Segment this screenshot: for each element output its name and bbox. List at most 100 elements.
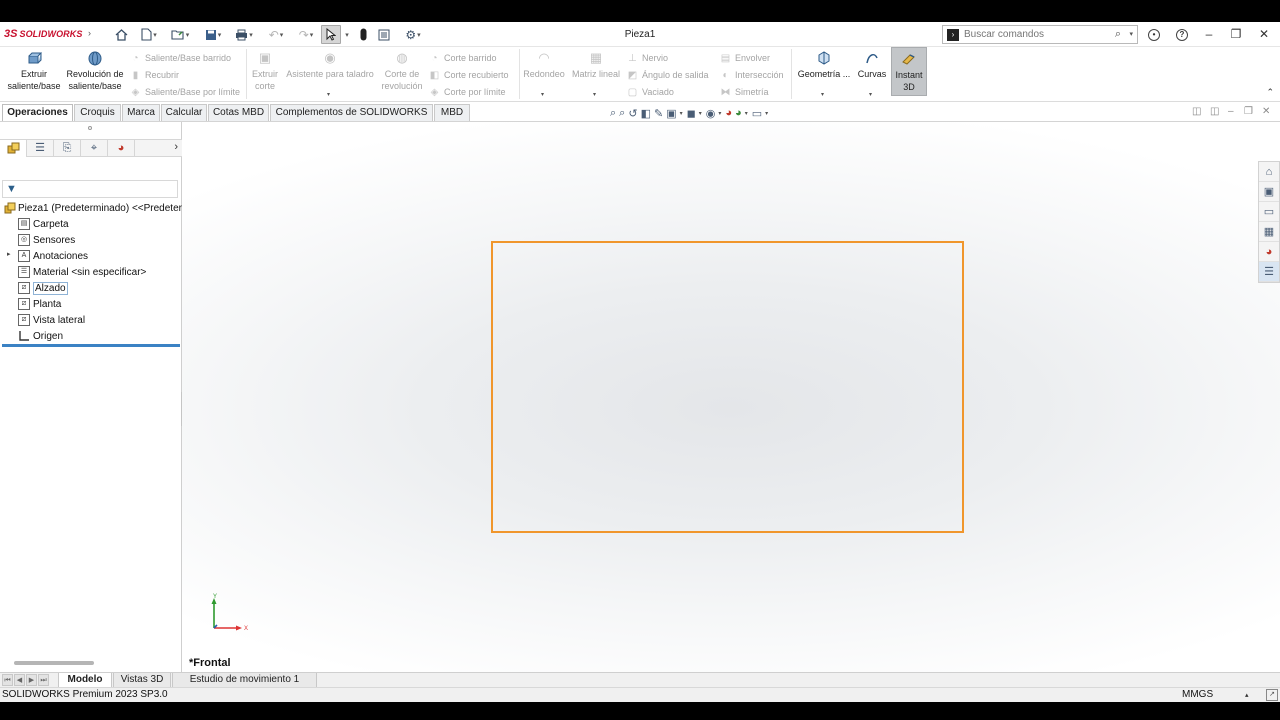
tree-item-planta[interactable]: ⧄ Planta [18, 296, 61, 312]
swept-boss-button[interactable]: ◔ Saliente/Base barrido [129, 50, 231, 66]
tab-modelo[interactable]: Modelo [58, 673, 112, 688]
draft-button[interactable]: ◩ Ángulo de salida [626, 67, 709, 83]
tree-item-material[interactable]: ☰ Material <sin especificar> [18, 264, 146, 280]
shell-button[interactable]: ▢ Vaciado [626, 84, 674, 100]
tab-cotas-mbd[interactable]: Cotas MBD [208, 104, 269, 121]
options-button[interactable]: ⚙ ▾ [399, 25, 427, 44]
instant3d-button[interactable]: Instant 3D [891, 47, 927, 96]
custom-properties-icon[interactable]: ☰ [1259, 262, 1279, 282]
swept-cut-button[interactable]: ◔ Corte barrido [428, 50, 496, 66]
revolve-boss-button[interactable]: Revolución de saliente/base [64, 47, 126, 92]
sketch-rectangle[interactable] [491, 241, 964, 533]
more-tabs-chevron-icon[interactable]: › [174, 141, 178, 153]
save-button[interactable]: ▾ [199, 25, 227, 44]
undo-button[interactable]: ↶ ▾ [262, 25, 290, 44]
tree-item-alzado[interactable]: ⧄ Alzado [18, 280, 68, 296]
wrap-button[interactable]: ▤ Envolver [719, 50, 770, 66]
extruded-cut-button[interactable]: ▣ Extruir corte [248, 47, 282, 92]
graphics-area[interactable]: Y X *Frontal [182, 122, 1280, 672]
lofted-cut-button[interactable]: ◧ Corte recubierto [428, 67, 509, 83]
tab-vistas-3d[interactable]: Vistas 3D [113, 673, 171, 688]
dimxpert-tab-icon[interactable]: ⌖ [81, 140, 108, 157]
apply-scene-icon[interactable]: ◕ [735, 107, 742, 119]
restore-button[interactable]: ❐ [1226, 26, 1246, 43]
design-library-icon[interactable]: ▣ [1259, 182, 1279, 202]
zoom-to-area-icon[interactable]: ⌕ [619, 107, 625, 120]
close-button[interactable]: ✕ [1254, 26, 1274, 43]
previous-tab-icon[interactable]: ◀ [14, 674, 25, 686]
previous-view-icon[interactable]: ↺ [628, 107, 637, 120]
search-commands-box[interactable]: › ⌕ ▾ [942, 25, 1138, 44]
select-dropdown-icon[interactable]: ▾ [343, 25, 351, 44]
zoom-to-fit-icon[interactable]: ⌕ [610, 107, 616, 120]
home-icon[interactable] [112, 25, 130, 44]
fillet-dropdown-icon[interactable]: ▾ [541, 91, 544, 98]
hole-wizard-button[interactable]: ◉ Asistente para taladro [283, 47, 377, 80]
tree-item-vista-lateral[interactable]: ⧄ Vista lateral [18, 312, 85, 328]
tab-estudio-movimiento[interactable]: Estudio de movimiento 1 [172, 673, 317, 688]
tab-mbd[interactable]: MBD [434, 104, 470, 121]
linear-pattern-dropdown-icon[interactable]: ▾ [593, 91, 596, 98]
tree-item-sensores[interactable]: ◎ Sensores [18, 232, 75, 248]
reference-geometry-dropdown-icon[interactable]: ▾ [821, 91, 824, 98]
first-tab-icon[interactable]: ⏮ [2, 674, 13, 686]
mirror-button[interactable]: ⧓ Simetría [719, 84, 769, 100]
search-dropdown-icon[interactable]: ▾ [1129, 30, 1133, 38]
viewport-close-icon[interactable]: ✕ [1262, 106, 1270, 117]
solidworks-resources-icon[interactable]: ⌂ [1259, 162, 1279, 182]
viewport-layout-icon[interactable]: ◫ [1192, 106, 1201, 117]
redo-button[interactable]: ↷ ▾ [292, 25, 320, 44]
panel-handle-icon[interactable] [88, 126, 92, 130]
view-settings-icon[interactable]: ▭ [752, 107, 762, 120]
hide-show-items-icon[interactable]: ◉ [706, 107, 716, 120]
reference-geometry-button[interactable]: Geometría ... [794, 47, 854, 80]
expand-arrow-icon[interactable]: ▸ [7, 250, 11, 258]
search-icon[interactable]: ⌕ [1115, 28, 1121, 41]
last-tab-icon[interactable]: ⏭ [38, 674, 49, 686]
tree-item-carpeta[interactable]: ▤ Carpeta [18, 216, 69, 232]
open-button[interactable]: ▾ [166, 25, 194, 44]
boundary-cut-button[interactable]: ◈ Corte por límite [428, 84, 506, 100]
tab-complementos[interactable]: Complementos de SOLIDWORKS [270, 104, 433, 121]
tree-item-origen[interactable]: Origen [18, 328, 63, 344]
traffic-light-icon[interactable] [356, 25, 370, 44]
revolved-cut-button[interactable]: ◍ Corte de revolución [379, 47, 425, 92]
rollback-bar[interactable] [2, 344, 180, 347]
view-palette-icon[interactable]: ▦ [1259, 222, 1279, 242]
viewport-minimize-icon[interactable]: – [1228, 106, 1234, 117]
tab-marca[interactable]: Marca [122, 104, 160, 121]
view-orientation-icon[interactable]: ▣ [666, 107, 676, 120]
account-button[interactable]: • [1144, 26, 1164, 43]
appearances-icon[interactable]: ◕ [1259, 242, 1279, 262]
curves-button[interactable]: Curvas [855, 47, 889, 80]
boundary-boss-button[interactable]: ◈ Saliente/Base por límite [129, 84, 240, 100]
help-button[interactable]: ? [1172, 26, 1192, 43]
edit-appearance-icon[interactable]: ◕ [725, 107, 732, 119]
display-manager-tab-icon[interactable]: ◕ [108, 140, 135, 157]
file-explorer-icon[interactable]: ▭ [1259, 202, 1279, 222]
tab-calcular[interactable]: Calcular [161, 104, 207, 121]
tab-croquis[interactable]: Croquis [74, 104, 121, 121]
select-button[interactable] [321, 25, 341, 44]
rib-button[interactable]: ⊥ Nervio [626, 50, 668, 66]
hole-wizard-dropdown-icon[interactable]: ▾ [327, 91, 330, 98]
linear-pattern-button[interactable]: ▦ Matriz lineal [569, 47, 623, 80]
minimize-button[interactable]: – [1199, 26, 1219, 43]
collapse-ribbon-icon[interactable]: ⌃ [1266, 87, 1274, 98]
tree-filter-box[interactable]: ▼ [2, 180, 178, 198]
units-selector[interactable]: MMGS [1182, 689, 1213, 700]
next-tab-icon[interactable]: ▶ [26, 674, 37, 686]
section-view-icon[interactable]: ◧ [641, 107, 651, 120]
status-customize-icon[interactable]: ↗ [1266, 689, 1278, 701]
tree-item-anotaciones[interactable]: ▸ A Anotaciones [7, 248, 88, 264]
horizontal-scrollbar[interactable] [14, 661, 94, 665]
curves-dropdown-icon[interactable]: ▾ [869, 91, 872, 98]
display-style-icon[interactable]: ◼ [687, 107, 696, 120]
intersect-button[interactable]: ◐ Intersección [719, 67, 783, 83]
menu-expand-arrow-icon[interactable]: › [88, 28, 91, 38]
feature-tree-tab-icon[interactable] [0, 140, 27, 157]
configuration-manager-tab-icon[interactable]: ⎘ [54, 140, 81, 157]
viewport-restore-icon[interactable]: ❐ [1244, 106, 1253, 117]
extrude-boss-button[interactable]: Extruir saliente/base [4, 47, 64, 92]
viewport-split-icon[interactable]: ◫ [1210, 106, 1219, 117]
